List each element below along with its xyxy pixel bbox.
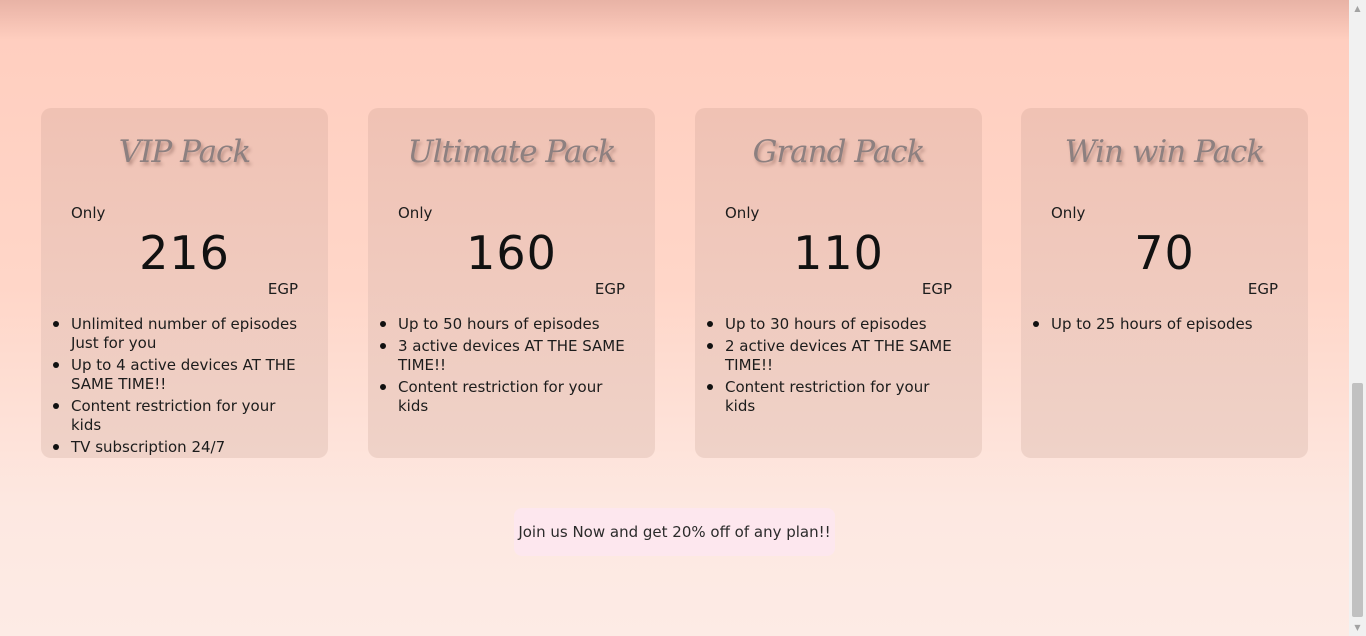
join-now-button[interactable]: Join us Now and get 20% off of any plan!… <box>514 508 835 556</box>
price-prefix: Only <box>1051 204 1086 222</box>
plan-card-ultimate: Ultimate Pack Only 160 EGP Up to 50 hour… <box>368 108 655 458</box>
plan-title: Grand Pack <box>752 134 926 170</box>
feature-item: 2 active devices AT THE SAME TIME!! <box>707 337 960 375</box>
feature-item: TV subscription 24/7 <box>53 438 306 457</box>
pricing-cards: VIP Pack Only 216 EGP Unlimited number o… <box>41 108 1308 458</box>
feature-item: Content restriction for your kids <box>380 378 633 416</box>
feature-list: Unlimited number of episodes Just for yo… <box>53 315 306 460</box>
price-prefix: Only <box>398 204 433 222</box>
top-section-shadow <box>0 0 1349 40</box>
scroll-down-arrow-icon[interactable]: ▼ <box>1349 619 1366 636</box>
price-prefix: Only <box>725 204 760 222</box>
feature-item: Up to 25 hours of episodes <box>1033 315 1286 334</box>
plan-price: 110 <box>793 226 884 280</box>
price-currency: EGP <box>1247 280 1278 298</box>
scroll-up-arrow-icon[interactable]: ▲ <box>1349 0 1366 17</box>
plan-price: 160 <box>466 226 557 280</box>
feature-item: Up to 4 active devices AT THE SAME TIME!… <box>53 356 306 394</box>
page-scrollbar[interactable]: ▲ ▼ <box>1349 0 1366 636</box>
feature-item: 3 active devices AT THE SAME TIME!! <box>380 337 633 375</box>
plan-price: 70 <box>1134 226 1195 280</box>
price-currency: EGP <box>921 280 952 298</box>
plan-title: VIP Pack <box>118 134 251 170</box>
feature-list: Up to 25 hours of episodes <box>1033 315 1286 337</box>
scroll-thumb[interactable] <box>1352 383 1363 617</box>
plan-title: Win win Pack <box>1064 134 1265 170</box>
feature-item: Content restriction for your kids <box>53 397 306 435</box>
feature-item: Content restriction for your kids <box>707 378 960 416</box>
price-currency: EGP <box>594 280 625 298</box>
feature-item: Up to 30 hours of episodes <box>707 315 960 334</box>
feature-list: Up to 50 hours of episodes 3 active devi… <box>380 315 633 419</box>
plan-title: Ultimate Pack <box>407 134 616 170</box>
plan-price: 216 <box>139 226 230 280</box>
plan-card-win-win: Win win Pack Only 70 EGP Up to 25 hours … <box>1021 108 1308 458</box>
feature-list: Up to 30 hours of episodes 2 active devi… <box>707 315 960 419</box>
price-currency: EGP <box>267 280 298 298</box>
feature-item: Up to 50 hours of episodes <box>380 315 633 334</box>
plan-card-vip: VIP Pack Only 216 EGP Unlimited number o… <box>41 108 328 458</box>
price-prefix: Only <box>71 204 106 222</box>
feature-item: Unlimited number of episodes Just for yo… <box>53 315 306 353</box>
plan-card-grand: Grand Pack Only 110 EGP Up to 30 hours o… <box>695 108 982 458</box>
